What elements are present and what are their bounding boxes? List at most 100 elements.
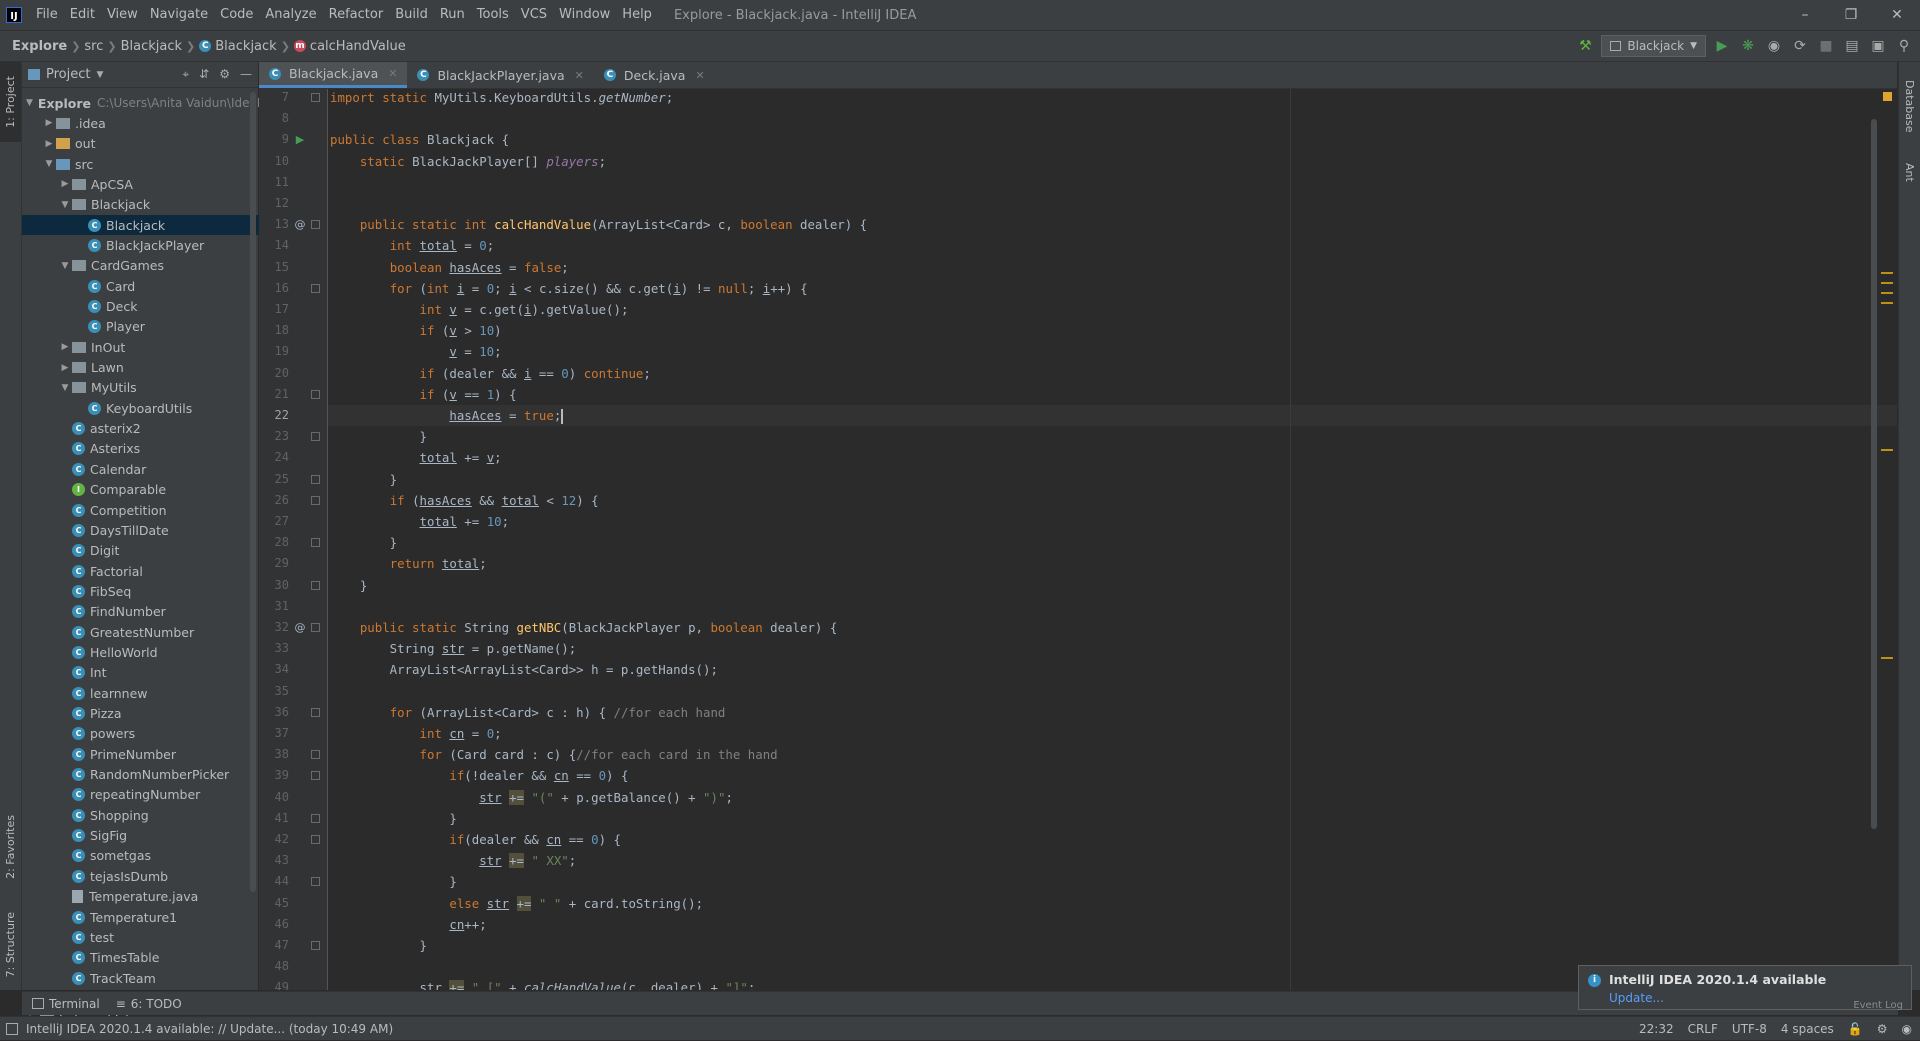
code-line[interactable]: [328, 193, 1897, 214]
breadcrumb-class[interactable]: C Blackjack: [195, 39, 280, 54]
build-hammer-icon[interactable]: ⚒: [1575, 36, 1595, 56]
fold-icon[interactable]: [311, 474, 320, 484]
menu-item-build[interactable]: Build: [389, 0, 434, 30]
project-structure-icon[interactable]: ▤: [1842, 36, 1862, 56]
line-number[interactable]: 32: [259, 617, 289, 638]
fold-icon[interactable]: [311, 495, 320, 505]
git-icon[interactable]: ⚙: [1877, 1022, 1888, 1036]
coverage-icon[interactable]: ◉: [1764, 36, 1784, 56]
menu-item-code[interactable]: Code: [214, 0, 259, 30]
menu-item-vcs[interactable]: VCS: [515, 0, 553, 30]
line-number[interactable]: 14: [259, 235, 289, 256]
run-configuration-select[interactable]: Blackjack ▼: [1601, 35, 1706, 57]
stripe-mark[interactable]: [1881, 272, 1893, 274]
editor-tab[interactable]: C Blackjack.java ✕: [259, 62, 408, 88]
tool-tab-database[interactable]: Database: [1899, 66, 1920, 146]
code-area[interactable]: import static MyUtils.KeyboardUtils.getN…: [328, 89, 1897, 990]
code-line[interactable]: [328, 681, 1897, 702]
chevron-right-icon[interactable]: ▶: [42, 139, 56, 149]
code-line[interactable]: }: [328, 469, 1897, 490]
line-number[interactable]: 18: [259, 320, 289, 341]
tree-item[interactable]: C TimesTable: [22, 948, 294, 968]
line-number[interactable]: 20: [259, 363, 289, 384]
menu-item-edit[interactable]: Edit: [64, 0, 101, 30]
code-line[interactable]: }: [328, 935, 1897, 956]
code-line[interactable]: if (hasAces && total < 12) {: [328, 490, 1897, 511]
code-line[interactable]: ArrayList<ArrayList<Card>> h = p.getHand…: [328, 659, 1897, 680]
fold-icon[interactable]: [311, 707, 320, 717]
line-number[interactable]: 27: [259, 511, 289, 532]
line-number[interactable]: 11: [259, 172, 289, 193]
fold-icon[interactable]: [311, 220, 320, 230]
run-icon[interactable]: ▶: [1712, 36, 1732, 56]
indent-setting[interactable]: 4 spaces: [1781, 1022, 1834, 1036]
breadcrumb-src[interactable]: src: [80, 39, 107, 54]
fold-icon[interactable]: [311, 877, 320, 887]
search-icon[interactable]: ⚲: [1894, 36, 1914, 56]
line-number[interactable]: 21: [259, 384, 289, 405]
code-line[interactable]: public static int calcHandValue(ArrayLis…: [328, 214, 1897, 235]
line-number[interactable]: 36: [259, 702, 289, 723]
fold-icon[interactable]: [311, 813, 320, 823]
code-line[interactable]: else str += " " + card.toString();: [328, 893, 1897, 914]
collapse-all-icon[interactable]: ⇵: [199, 67, 209, 82]
menu-item-tools[interactable]: Tools: [471, 0, 515, 30]
line-number[interactable]: 29: [259, 553, 289, 574]
code-editor[interactable]: 7 8 9 ▶ 10 11 12 13 @14 15 16 17 18 19 20 21 22 23 24 25 26 2…: [259, 89, 1897, 990]
code-line[interactable]: }: [328, 426, 1897, 447]
code-line[interactable]: int total = 0;: [328, 235, 1897, 256]
code-line[interactable]: if(dealer && cn == 0) {: [328, 829, 1897, 850]
code-line[interactable]: }: [328, 575, 1897, 596]
sdk-icon[interactable]: ▣: [1868, 36, 1888, 56]
chevron-right-icon[interactable]: ▶: [42, 118, 56, 128]
fold-icon[interactable]: [311, 538, 320, 548]
code-line[interactable]: hasAces = true;: [328, 405, 1897, 426]
code-line[interactable]: if (dealer && i == 0) continue;: [328, 363, 1897, 384]
minimize-icon[interactable]: –: [1782, 0, 1828, 30]
tree-item[interactable]: C Temperature1: [22, 907, 294, 927]
line-number[interactable]: 22: [259, 405, 289, 426]
line-number[interactable]: 24: [259, 447, 289, 468]
fold-icon[interactable]: [311, 750, 320, 760]
menu-item-file[interactable]: File: [30, 0, 64, 30]
menu-item-window[interactable]: Window: [553, 0, 616, 30]
code-line[interactable]: for (int i = 0; i < c.size() && c.get(i)…: [328, 278, 1897, 299]
code-line[interactable]: str += " XX";: [328, 850, 1897, 871]
code-line[interactable]: str += "(" + p.getBalance() + ")";: [328, 787, 1897, 808]
tool-tab-todo[interactable]: ≡ 6: TODO: [116, 997, 182, 1011]
chevron-down-icon[interactable]: ▼: [58, 200, 72, 210]
code-line[interactable]: if (v == 1) {: [328, 384, 1897, 405]
code-line[interactable]: boolean hasAces = false;: [328, 257, 1897, 278]
tool-tab-project[interactable]: 1: Project: [0, 62, 21, 142]
menu-item-run[interactable]: Run: [434, 0, 471, 30]
line-number[interactable]: 43: [259, 850, 289, 871]
line-number[interactable]: 17: [259, 299, 289, 320]
code-line[interactable]: for (Card card : c) {//for each card in …: [328, 744, 1897, 765]
tool-tab-terminal[interactable]: Terminal: [32, 997, 100, 1011]
stripe-mark[interactable]: [1881, 292, 1893, 294]
code-line[interactable]: total += v;: [328, 447, 1897, 468]
code-line[interactable]: }: [328, 871, 1897, 892]
stripe-mark[interactable]: [1881, 657, 1893, 659]
fold-icon[interactable]: [311, 771, 320, 781]
fold-icon[interactable]: [311, 93, 320, 102]
line-number[interactable]: 10: [259, 151, 289, 172]
locate-icon[interactable]: ⌖: [182, 67, 189, 82]
fold-icon[interactable]: [311, 580, 320, 590]
tree-item[interactable]: C TrackTeam: [22, 968, 294, 988]
fold-icon[interactable]: [311, 835, 320, 844]
event-log-label[interactable]: Event Log: [1853, 1000, 1903, 1011]
code-line[interactable]: [328, 172, 1897, 193]
restore-icon[interactable]: ❐: [1828, 0, 1874, 30]
code-line[interactable]: int v = c.get(i).getValue();: [328, 299, 1897, 320]
caret-position[interactable]: 22:32: [1639, 1022, 1674, 1036]
editor-tab[interactable]: C BlackJackPlayer.java ✕: [407, 62, 593, 88]
close-tab-icon[interactable]: ✕: [575, 69, 584, 82]
line-number[interactable]: 49: [259, 977, 289, 990]
code-line[interactable]: [328, 108, 1897, 129]
line-number[interactable]: 9: [259, 129, 289, 150]
fold-icon[interactable]: [311, 389, 320, 399]
code-line[interactable]: }: [328, 808, 1897, 829]
line-number[interactable]: 41: [259, 808, 289, 829]
menu-item-navigate[interactable]: Navigate: [144, 0, 214, 30]
